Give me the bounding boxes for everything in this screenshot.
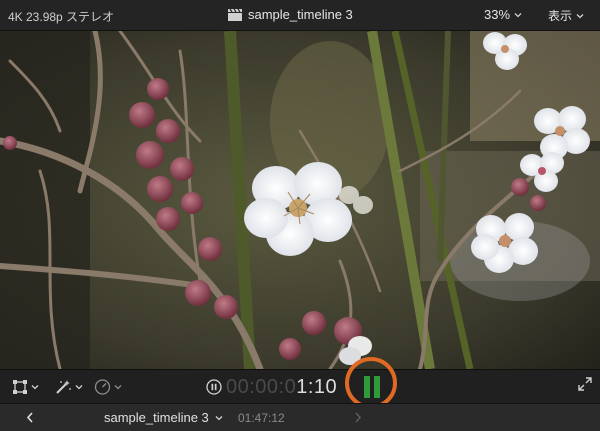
- plum-blossom-frame: [0, 31, 600, 369]
- timecode-display[interactable]: 00:00:01:10: [206, 374, 337, 400]
- highlight-circle: [345, 357, 397, 409]
- project-title: sample_timeline 3: [248, 7, 353, 22]
- zoom-value: 33%: [484, 7, 511, 22]
- chevron-down-icon: [75, 385, 83, 390]
- speed-tool-button[interactable]: [94, 376, 122, 398]
- format-info: 4K 23.98p ステレオ: [8, 10, 115, 24]
- timecode-value: 1:10: [296, 375, 338, 398]
- view-menu[interactable]: 表示: [548, 7, 584, 24]
- enhance-tool-button[interactable]: [54, 376, 83, 398]
- view-label: 表示: [548, 9, 573, 23]
- viewer-header: 4K 23.98p ステレオ sample_timeline 3 33% 表示: [0, 0, 600, 31]
- magic-wand-icon: [56, 380, 71, 394]
- project-title-group: sample_timeline 3: [228, 7, 353, 22]
- pause-circle-icon[interactable]: [206, 379, 222, 395]
- timecode-leading: 00:00:0: [226, 375, 297, 398]
- timeline-duration: 01:47:12: [238, 411, 285, 425]
- clapperboard-icon: [228, 8, 242, 21]
- viewer-controls: 00:00:01:10: [0, 369, 600, 404]
- video-viewer[interactable]: [0, 31, 600, 369]
- chevron-left-icon[interactable]: [26, 412, 34, 423]
- zoom-dropdown[interactable]: 33%: [484, 7, 522, 22]
- chevron-down-icon: [576, 13, 584, 18]
- chevron-down-icon: [114, 385, 122, 390]
- fullscreen-icon[interactable]: [578, 377, 592, 391]
- chevron-down-icon: [215, 415, 223, 420]
- speedometer-icon: [94, 379, 111, 395]
- transform-icon: [13, 380, 27, 394]
- chevron-down-icon: [31, 385, 39, 390]
- timeline-title: sample_timeline 3: [104, 410, 209, 425]
- chevron-right-icon[interactable]: [354, 412, 362, 423]
- timeline-nav: sample_timeline 3 01:47:12: [0, 403, 600, 431]
- transform-tool-button[interactable]: [12, 376, 39, 398]
- chevron-down-icon: [514, 12, 522, 17]
- timeline-selector[interactable]: sample_timeline 3: [104, 410, 223, 425]
